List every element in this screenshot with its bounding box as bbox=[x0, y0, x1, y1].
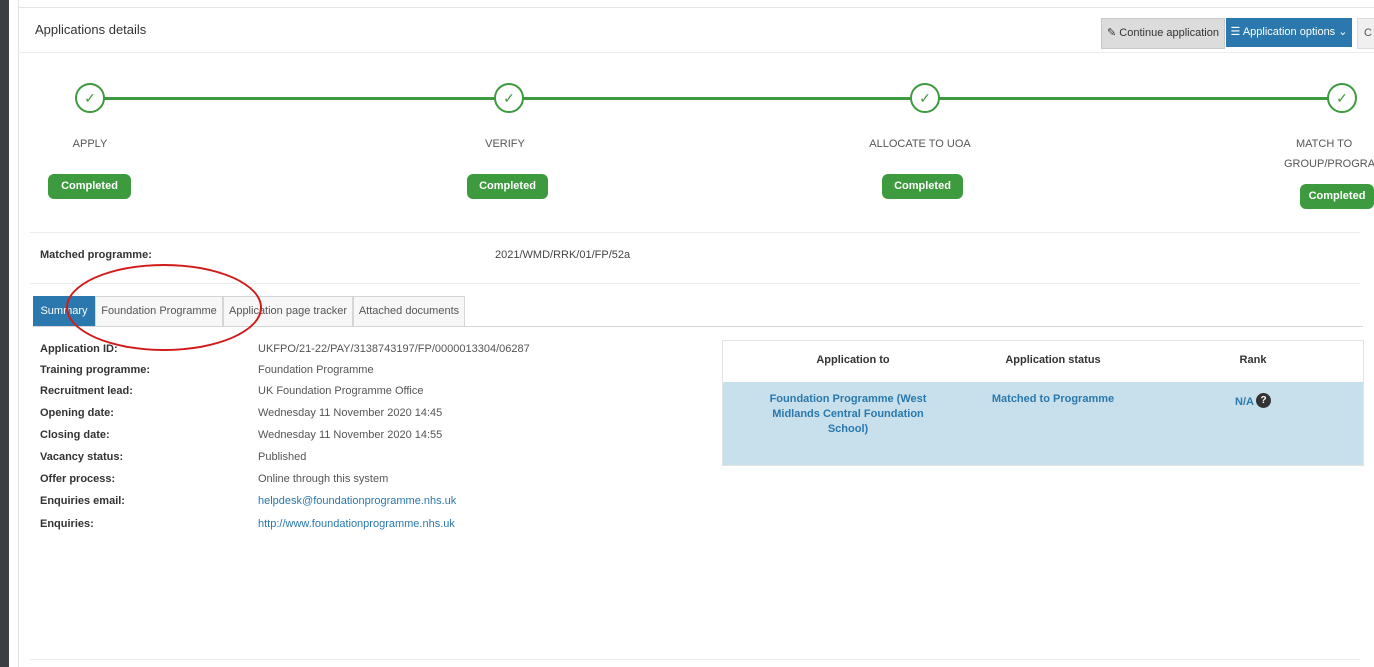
detail-label: Closing date: bbox=[40, 429, 110, 441]
table-header: Application to Application status Rank bbox=[723, 341, 1363, 382]
detail-value: Published bbox=[258, 451, 307, 463]
column-header: Rank bbox=[1239, 354, 1267, 366]
step-label-match-line2: GROUP/PROGRA bbox=[1284, 158, 1374, 170]
left-sidebar-edge bbox=[0, 0, 9, 667]
check-icon: ✓ bbox=[1327, 83, 1357, 113]
detail-label: Application ID: bbox=[40, 343, 118, 355]
continue-application-button[interactable]: ✎ Continue application bbox=[1101, 18, 1225, 49]
check-icon: ✓ bbox=[494, 83, 524, 113]
status-badge: Completed bbox=[48, 174, 131, 199]
application-to-line1: Foundation Programme (West bbox=[769, 393, 927, 405]
question-icon[interactable]: ? bbox=[1256, 393, 1271, 408]
detail-value: Foundation Programme bbox=[258, 364, 374, 376]
matched-programme-value: 2021/WMD/RRK/01/FP/52a bbox=[495, 249, 631, 261]
application-options-label: Application options bbox=[1242, 26, 1336, 38]
detail-label: Recruitment lead: bbox=[40, 385, 133, 397]
status-badge: Completed bbox=[1300, 184, 1374, 209]
detail-label: Vacancy status: bbox=[40, 451, 124, 463]
top-divider bbox=[18, 7, 1374, 8]
detail-label: Offer process: bbox=[40, 473, 116, 485]
menu-icon: ☰ bbox=[1230, 26, 1241, 38]
divider bbox=[30, 232, 1360, 233]
step-label-verify: VERIFY bbox=[485, 138, 525, 150]
tab-attached-documents[interactable]: Attached documents bbox=[353, 296, 465, 326]
status-badge: Completed bbox=[467, 174, 548, 199]
check-icon: ✓ bbox=[75, 83, 105, 113]
detail-label: Opening date: bbox=[40, 407, 114, 419]
enquiries-email-link[interactable]: helpdesk@foundationprogramme.nhs.uk bbox=[258, 495, 456, 507]
table-row: Foundation Programme (West Midlands Cent… bbox=[723, 382, 1363, 465]
extra-header-button[interactable]: C bbox=[1357, 18, 1374, 49]
bottom-divider bbox=[30, 659, 1360, 660]
status-badge: Completed bbox=[882, 174, 963, 199]
rank-value: N/A bbox=[1235, 396, 1254, 408]
step-label-match-line1: MATCH TO bbox=[1296, 138, 1353, 150]
application-to-line3: School) bbox=[827, 423, 869, 435]
detail-label: Enquiries: bbox=[40, 518, 94, 530]
step-label-apply: APPLY bbox=[72, 138, 108, 150]
application-to-link[interactable]: Foundation Programme (West Midlands Cent… bbox=[733, 392, 963, 437]
check-icon: ✓ bbox=[910, 83, 940, 113]
page-title: Applications details bbox=[35, 22, 147, 37]
continue-application-label: Continue application bbox=[1119, 27, 1219, 39]
step-label-allocate: ALLOCATE TO UOA bbox=[869, 138, 971, 150]
progress-line bbox=[102, 97, 1342, 100]
enquiries-url-link[interactable]: http://www.foundationprogramme.nhs.uk bbox=[258, 518, 455, 530]
detail-label: Enquiries email: bbox=[40, 495, 125, 507]
detail-value: UKFPO/21-22/PAY/3138743197/FP/0000013304… bbox=[258, 343, 530, 355]
application-table: Application to Application status Rank F… bbox=[722, 340, 1364, 466]
column-header: Application status bbox=[1005, 354, 1101, 366]
pencil-icon: ✎ bbox=[1107, 27, 1117, 39]
application-to-line2: Midlands Central Foundation bbox=[772, 408, 924, 420]
annotation-ellipse bbox=[66, 264, 262, 351]
detail-value: Wednesday 11 November 2020 14:55 bbox=[258, 429, 443, 441]
detail-label: Training programme: bbox=[40, 364, 151, 376]
column-header: Application to bbox=[816, 354, 890, 366]
detail-value: UK Foundation Programme Office bbox=[258, 385, 424, 397]
application-options-button[interactable]: ☰ Application options ⌄ bbox=[1226, 18, 1352, 47]
detail-value: Wednesday 11 November 2020 14:45 bbox=[258, 407, 443, 419]
header-divider bbox=[18, 52, 1374, 53]
application-status-link[interactable]: Matched to Programme bbox=[973, 392, 1133, 407]
detail-value: Online through this system bbox=[258, 473, 389, 485]
matched-programme-label: Matched programme: bbox=[40, 249, 152, 261]
chevron-down-icon: ⌄ bbox=[1338, 26, 1348, 38]
